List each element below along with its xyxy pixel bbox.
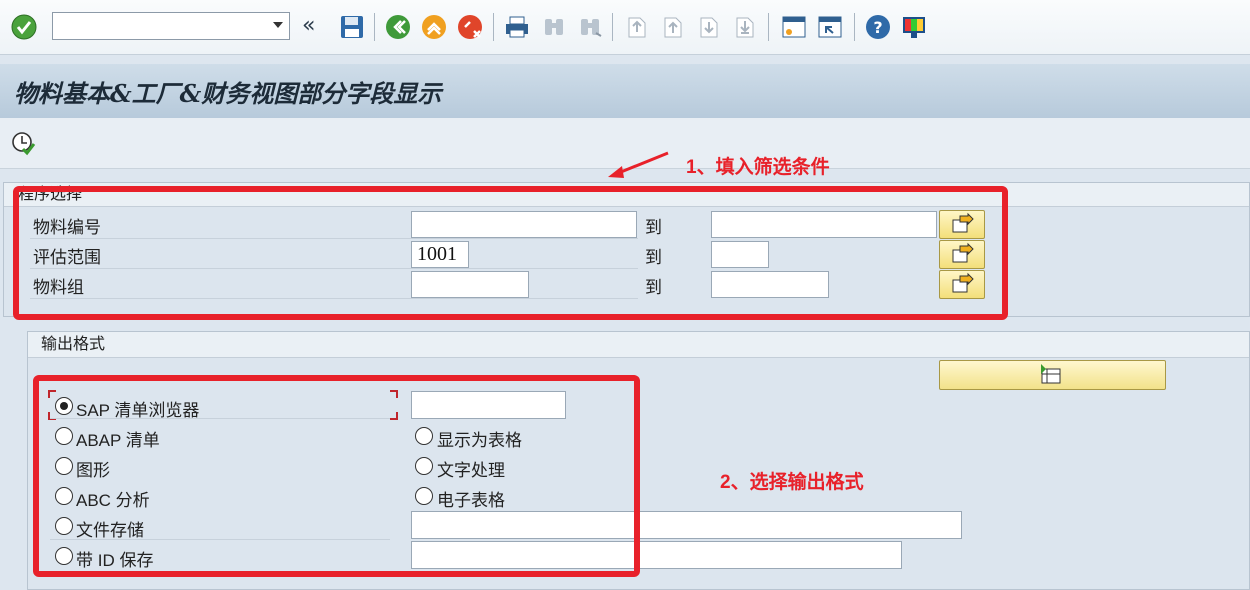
back-icon[interactable]	[384, 13, 412, 41]
dropdown-arrow-icon[interactable]	[273, 22, 283, 28]
output-format-header: 输出格式	[28, 332, 1249, 358]
save-icon[interactable]	[338, 13, 366, 41]
annotation-box-output	[33, 375, 640, 577]
enter-check-icon[interactable]	[10, 13, 38, 41]
find-icon[interactable]	[540, 13, 568, 41]
toolbar-separator	[768, 13, 769, 41]
find-next-icon[interactable]	[576, 13, 604, 41]
previous-page-icon[interactable]	[658, 13, 686, 41]
next-page-icon[interactable]	[694, 13, 722, 41]
back-double-arrow-icon[interactable]: «	[302, 13, 330, 41]
toolbar-separator	[612, 13, 613, 41]
layout-select-button[interactable]	[939, 360, 1166, 390]
toolbar-separator	[493, 13, 494, 41]
annotation-box-selection	[13, 186, 1008, 320]
help-icon[interactable]: ?	[864, 13, 892, 41]
standard-toolbar: « ?	[0, 0, 1250, 55]
shortcut-icon[interactable]	[816, 13, 844, 41]
annotation-arrow-icon	[604, 148, 674, 182]
page-title: 物料基本&工厂&财务视图部分字段显示	[14, 79, 442, 108]
svg-text:?: ?	[873, 18, 882, 37]
customize-layout-icon[interactable]	[900, 13, 928, 41]
command-field[interactable]	[52, 12, 290, 40]
annotation-step-2: 2、选择输出格式	[720, 472, 864, 493]
first-page-icon[interactable]	[622, 13, 650, 41]
execute-icon[interactable]	[10, 130, 36, 156]
annotation-step-1: 1、填入筛选条件	[686, 157, 830, 178]
toolbar-separator	[854, 13, 855, 41]
toolbar-separator	[374, 13, 375, 41]
create-session-icon[interactable]	[780, 13, 808, 41]
print-icon[interactable]	[503, 13, 531, 41]
exit-icon[interactable]	[420, 13, 448, 41]
cancel-icon[interactable]	[456, 13, 484, 41]
last-page-icon[interactable]	[730, 13, 758, 41]
layout-icon	[1041, 364, 1061, 384]
